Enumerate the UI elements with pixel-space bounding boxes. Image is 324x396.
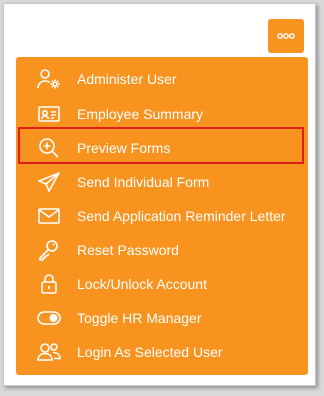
menu-item-label: Send Individual Form [77, 174, 210, 190]
user-gear-icon [36, 68, 62, 90]
menu-item-label: Administer User [77, 71, 177, 87]
menu-item-label: Send Application Reminder Letter [77, 208, 286, 224]
menu-item-label: Toggle HR Manager [77, 310, 202, 326]
lock-icon [36, 273, 62, 295]
envelope-icon [36, 205, 62, 227]
menu-item-label: Preview Forms [77, 140, 171, 156]
more-options-button[interactable] [268, 19, 304, 53]
menu-item-toggle-hr-manager[interactable]: Toggle HR Manager [16, 301, 308, 335]
id-card-icon [36, 103, 62, 125]
menu-item-label: Employee Summary [77, 106, 204, 122]
dialog-frame: Administer User Employee Summary Preview… [3, 3, 316, 386]
menu-item-administer-user[interactable]: Administer User [16, 62, 308, 96]
menu-item-reset-password[interactable]: Reset Password [16, 233, 308, 267]
menu-item-label: Login As Selected User [77, 344, 223, 360]
menu-item-preview-forms[interactable]: Preview Forms [16, 131, 308, 165]
menu-item-employee-summary[interactable]: Employee Summary [16, 97, 308, 131]
zoom-in-icon [36, 137, 62, 159]
actions-menu: Administer User Employee Summary Preview… [16, 57, 308, 375]
menu-item-label: Reset Password [77, 242, 179, 258]
ellipsis-icon [277, 33, 295, 39]
paper-plane-icon [36, 171, 62, 193]
menu-item-label: Lock/Unlock Account [77, 276, 207, 292]
menu-item-lock-unlock-account[interactable]: Lock/Unlock Account [16, 267, 308, 301]
toggle-icon [36, 307, 62, 329]
key-icon [36, 239, 62, 261]
menu-item-send-individual-form[interactable]: Send Individual Form [16, 165, 308, 199]
users-icon [36, 341, 62, 363]
menu-item-login-as-user[interactable]: Login As Selected User [16, 335, 308, 369]
menu-item-send-reminder-letter[interactable]: Send Application Reminder Letter [16, 199, 308, 233]
